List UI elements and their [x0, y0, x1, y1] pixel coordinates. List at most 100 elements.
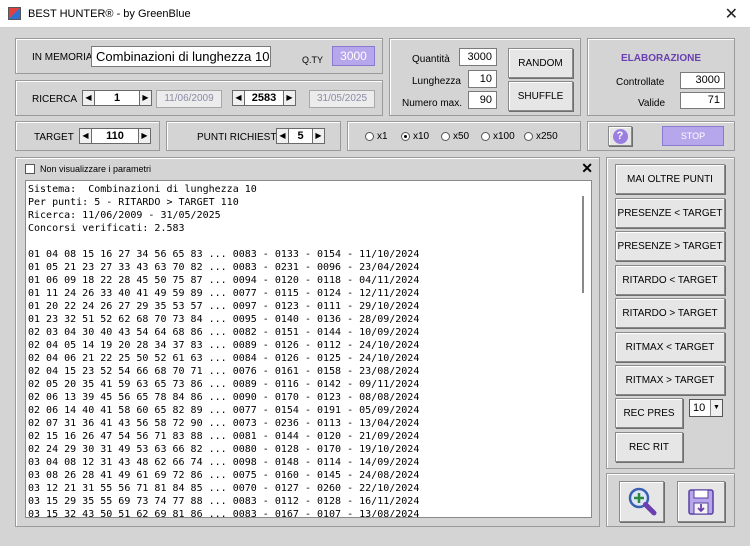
- start-decrement-button[interactable]: ◀: [82, 90, 95, 106]
- target-increment-button[interactable]: ▶: [138, 128, 151, 144]
- result-line: 03 12 21 31 55 56 71 81 84 85 ... 0070 -…: [28, 483, 420, 494]
- end-index-value[interactable]: 2583: [245, 90, 283, 106]
- result-line: Per punti: 5 - RITARDO > TARGET 110: [28, 197, 239, 208]
- punti-panel: PUNTI RICHIESTI ◀ 5 ▶: [166, 121, 341, 151]
- result-line: 03 15 29 35 55 69 73 74 77 88 ... 0083 -…: [28, 496, 420, 507]
- stop-button[interactable]: STOP: [662, 126, 724, 146]
- punti-increment-button[interactable]: ▶: [312, 128, 325, 144]
- result-line: 02 05 20 35 41 59 63 65 73 86 ... 0089 -…: [28, 379, 420, 390]
- quantita-input[interactable]: 3000: [459, 48, 497, 66]
- rec-pres-button[interactable]: REC PRES: [615, 398, 683, 428]
- chevron-left-icon: ◀: [85, 93, 92, 102]
- punti-value[interactable]: 5: [289, 128, 312, 144]
- window-close-button[interactable]: ✕: [725, 4, 738, 24]
- multiplier-panel: x1 x10 x50 x100 x250: [347, 121, 581, 151]
- numero-max-input[interactable]: 90: [468, 91, 497, 109]
- result-line: 01 20 22 24 26 27 29 35 53 57 ... 0097 -…: [28, 301, 420, 312]
- quantita-label: Quantità: [412, 54, 450, 65]
- control-panel: ? STOP: [587, 121, 735, 151]
- help-icon: ?: [612, 128, 628, 144]
- end-increment-button[interactable]: ▶: [283, 90, 296, 106]
- results-scrollbar[interactable]: [582, 196, 584, 293]
- mai-oltre-punti-button[interactable]: MAI OLTRE PUNTI: [615, 164, 725, 194]
- chevron-left-icon: ◀: [279, 131, 286, 140]
- results-lines: Sistema: Combinazioni di lunghezza 10 Per…: [26, 181, 591, 518]
- multiplier-x50[interactable]: x50: [441, 131, 469, 142]
- magnifier-plus-icon: [628, 487, 656, 515]
- result-line: 02 07 31 36 41 43 56 58 72 90 ... 0073 -…: [28, 418, 420, 429]
- chevron-right-icon: ▶: [142, 93, 149, 102]
- multiplier-x10[interactable]: x10: [401, 131, 429, 142]
- result-line: 03 15 32 43 50 51 62 69 81 86 ... 0083 -…: [28, 509, 420, 518]
- presenze-lt-target-button[interactable]: PRESENZE < TARGET: [615, 198, 725, 228]
- result-line: [28, 235, 591, 248]
- presenze-gt-target-button[interactable]: PRESENZE > TARGET: [615, 231, 725, 261]
- lunghezza-input[interactable]: 10: [468, 70, 497, 88]
- radio-indicator: [524, 132, 533, 141]
- shuffle-button[interactable]: SHUFFLE: [508, 81, 573, 111]
- qty-value: 3000: [332, 46, 375, 66]
- result-line: 02 15 16 26 47 54 56 71 83 88 ... 0081 -…: [28, 431, 420, 442]
- chevron-right-icon: ▶: [315, 131, 322, 140]
- punti-decrement-button[interactable]: ◀: [276, 128, 289, 144]
- result-line: 01 23 32 51 52 62 68 70 73 84 ... 0095 -…: [28, 314, 420, 325]
- rec-select[interactable]: 10 ▼: [689, 399, 723, 417]
- result-line: 01 05 21 23 27 33 43 63 70 82 ... 0083 -…: [28, 262, 420, 273]
- ricerca-panel: RICERCA ◀ 1 ▶ 11/06/2009 ◀ 2583 ▶ 31/05/…: [15, 80, 383, 116]
- elaborazione-panel: ELABORAZIONE Controllate 3000 Valide 71: [587, 38, 735, 116]
- memoria-label: IN MEMORIA: [32, 52, 93, 63]
- punti-label: PUNTI RICHIESTI: [197, 132, 280, 143]
- target-decrement-button[interactable]: ◀: [79, 128, 92, 144]
- result-line: 02 04 05 14 19 20 28 34 37 83 ... 0089 -…: [28, 340, 420, 351]
- radio-indicator: [441, 132, 450, 141]
- start-index-value[interactable]: 1: [95, 90, 139, 106]
- result-line: 02 04 15 23 52 54 66 68 70 71 ... 0076 -…: [28, 366, 420, 377]
- result-line: 02 03 04 30 40 43 54 64 68 86 ... 0082 -…: [28, 327, 420, 338]
- target-value[interactable]: 110: [92, 128, 138, 144]
- app-icon: [8, 7, 21, 20]
- output-close-icon[interactable]: ✕: [581, 160, 593, 177]
- start-date-field: 11/06/2009: [156, 90, 222, 108]
- start-increment-button[interactable]: ▶: [139, 90, 152, 106]
- hide-params-checkbox[interactable]: [25, 164, 35, 174]
- rec-rit-button[interactable]: REC RIT: [615, 432, 683, 462]
- chevron-right-icon: ▶: [141, 131, 148, 140]
- ritardo-lt-target-button[interactable]: RITARDO < TARGET: [615, 265, 725, 295]
- result-line: Sistema: Combinazioni di lunghezza 10: [28, 184, 257, 195]
- title-bar: BEST HUNTER® - by GreenBlue ✕: [0, 0, 750, 28]
- result-line: 02 06 13 39 45 56 65 78 84 86 ... 0090 -…: [28, 392, 420, 403]
- numero-max-label: Numero max.: [402, 98, 463, 109]
- action-panel: [606, 473, 735, 527]
- rec-select-value: 10: [693, 402, 706, 414]
- multiplier-x250[interactable]: x250: [524, 131, 558, 142]
- hide-params-label: Non visualizzare i parametri: [40, 164, 152, 174]
- result-line: 02 04 06 21 22 25 50 52 61 63 ... 0084 -…: [28, 353, 420, 364]
- chevron-left-icon: ◀: [82, 131, 89, 140]
- memoria-field[interactable]: Combinazioni di lunghezza 10: [91, 46, 271, 67]
- random-button[interactable]: RANDOM: [508, 48, 573, 78]
- ritardo-gt-target-button[interactable]: RITARDO > TARGET: [615, 298, 725, 328]
- ritmax-gt-target-button[interactable]: RITMAX > TARGET: [615, 365, 725, 395]
- floppy-disk-icon: [688, 488, 714, 515]
- end-decrement-button[interactable]: ◀: [232, 90, 245, 106]
- multiplier-x100[interactable]: x100: [481, 131, 515, 142]
- result-line: Ricerca: 11/06/2009 - 31/05/2025: [28, 210, 221, 221]
- target-panel: TARGET ◀ 110 ▶: [15, 121, 160, 151]
- lunghezza-label: Lunghezza: [412, 76, 461, 87]
- save-button[interactable]: [677, 481, 725, 522]
- window-title: BEST HUNTER® - by GreenBlue: [28, 8, 191, 20]
- chevron-right-icon: ▶: [286, 93, 293, 102]
- elaborazione-title: ELABORAZIONE: [621, 53, 701, 64]
- result-line: 03 08 26 28 41 49 61 69 72 86 ... 0075 -…: [28, 470, 420, 481]
- help-button[interactable]: ?: [608, 126, 632, 146]
- results-text[interactable]: Sistema: Combinazioni di lunghezza 10 Per…: [25, 180, 592, 518]
- result-line: 01 04 08 15 16 27 34 56 65 83 ... 0083 -…: [28, 249, 420, 260]
- ritmax-lt-target-button[interactable]: RITMAX < TARGET: [615, 332, 725, 362]
- controllate-label: Controllate: [616, 77, 665, 88]
- result-line: 03 04 08 12 31 43 48 62 66 74 ... 0098 -…: [28, 457, 420, 468]
- ricerca-label: RICERCA: [32, 94, 78, 105]
- zoom-button[interactable]: [619, 481, 664, 522]
- chevron-left-icon: ◀: [235, 93, 242, 102]
- multiplier-x1[interactable]: x1: [365, 131, 388, 142]
- radio-indicator: [401, 132, 410, 141]
